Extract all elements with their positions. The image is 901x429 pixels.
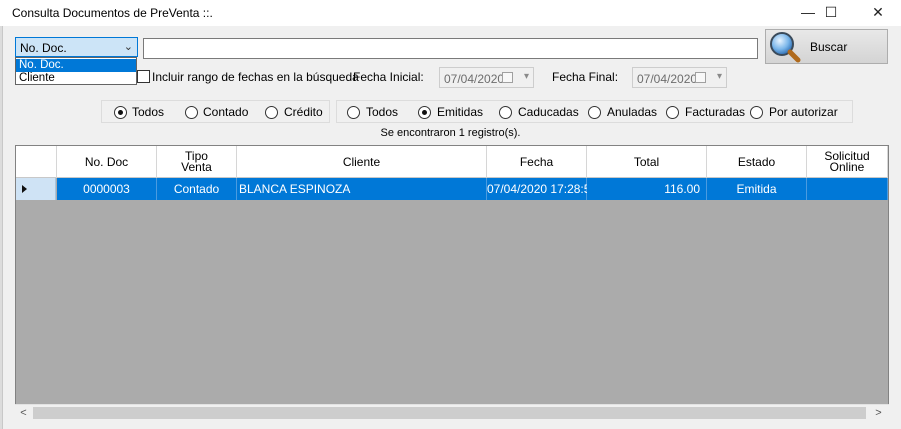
start-date-value: 07/04/2020 (444, 72, 505, 86)
end-date-label: Fecha Final: (552, 70, 619, 84)
cell-estado[interactable]: Emitida (707, 178, 807, 200)
column-header-solicitud-online[interactable]: Solicitud Online (807, 146, 888, 178)
title-bar: Consulta Documentos de PreVenta ::. — ☐ … (0, 0, 901, 26)
chevron-down-icon: ⌄ (123, 41, 133, 53)
chevron-down-icon: ▾ (716, 71, 722, 82)
cell-fecha[interactable]: 07/04/2020 17:28:52 (487, 178, 597, 200)
scroll-right-button[interactable]: > (870, 405, 887, 421)
magnifier-icon (770, 32, 801, 63)
maximize-button[interactable]: ☐ (808, 0, 854, 24)
table-row[interactable]: 0000003 Contado BLANCA ESPINOZA 07/04/20… (16, 178, 888, 200)
radio-status-emitidas-label: Emitidas (437, 105, 484, 119)
radio-sale-todos-label: Todos (132, 105, 165, 119)
window-left-edge (0, 26, 3, 429)
scroll-left-button[interactable]: < (15, 405, 32, 421)
horizontal-scrollbar[interactable]: < > (15, 404, 889, 421)
radio-status-emitidas[interactable] (418, 106, 431, 119)
search-field-select[interactable]: No. Doc. ⌄ (15, 37, 138, 57)
scrollbar-thumb[interactable] (33, 407, 866, 419)
status-filter-group: Todos Emitidas Caducadas Anuladas Factur… (336, 100, 853, 123)
radio-status-anuladas[interactable] (588, 106, 601, 119)
close-icon: ✕ (872, 3, 884, 20)
results-grid[interactable]: No. Doc Tipo Venta Cliente Fecha Total E… (15, 145, 889, 421)
radio-sale-contado[interactable] (185, 106, 198, 119)
radio-sale-credito[interactable] (265, 106, 278, 119)
buscar-button[interactable]: Buscar (765, 29, 888, 64)
radio-sale-credito-label: Crédito (284, 105, 323, 119)
cell-total[interactable]: 116.00 (587, 178, 707, 200)
close-button[interactable]: ✕ (855, 0, 901, 24)
radio-status-por-autorizar[interactable] (750, 106, 763, 119)
include-date-range-label: Incluir rango de fechas en la búsqueda (152, 70, 359, 84)
search-field-dropdown: No. Doc. Cliente (15, 57, 137, 85)
row-indicator-icon (22, 185, 27, 193)
end-date-value: 07/04/2020 (637, 72, 698, 86)
sale-type-filter-group: Todos Contado Crédito (101, 100, 330, 123)
end-date-picker[interactable]: 07/04/2020 ▾ (632, 67, 727, 88)
window-title: Consulta Documentos de PreVenta ::. (12, 6, 213, 20)
start-date-label: Fecha Inicial: (353, 70, 424, 84)
row-header-selected[interactable] (16, 178, 56, 200)
radio-status-facturadas-label: Facturadas (685, 105, 746, 119)
buscar-label: Buscar (810, 40, 848, 54)
maximize-icon: ☐ (824, 3, 838, 20)
cell-solicitud-online[interactable] (807, 178, 888, 200)
radio-status-todos-label: Todos (366, 105, 399, 119)
column-header-tipo-venta[interactable]: Tipo Venta (157, 146, 237, 178)
radio-sale-contado-label: Contado (203, 105, 249, 119)
radio-status-caducadas[interactable] (499, 106, 512, 119)
radio-status-por-autorizar-label: Por autorizar (769, 105, 838, 119)
calendar-icon (695, 72, 706, 83)
dropdown-option-cliente[interactable]: Cliente (16, 72, 136, 85)
results-count-text: Se encontraron 1 registro(s). (380, 127, 521, 139)
cell-cliente[interactable]: BLANCA ESPINOZA (237, 178, 487, 200)
include-date-range-checkbox[interactable] (137, 70, 150, 83)
radio-status-caducadas-label: Caducadas (518, 105, 579, 119)
grid-header-row: No. Doc Tipo Venta Cliente Fecha Total E… (16, 146, 888, 178)
column-header-total[interactable]: Total (587, 146, 707, 178)
chevron-down-icon: ▾ (523, 71, 529, 82)
column-header-estado[interactable]: Estado (707, 146, 807, 178)
column-header-cliente[interactable]: Cliente (237, 146, 487, 178)
radio-status-facturadas[interactable] (666, 106, 679, 119)
calendar-icon (502, 72, 513, 83)
search-field-value: No. Doc. (20, 41, 67, 55)
chevron-right-icon: > (875, 407, 882, 419)
start-date-picker[interactable]: 07/04/2020 ▾ (439, 67, 534, 88)
radio-status-anuladas-label: Anuladas (607, 105, 658, 119)
cell-no-doc[interactable]: 0000003 (57, 178, 157, 200)
radio-status-todos[interactable] (347, 106, 360, 119)
radio-sale-todos[interactable] (114, 106, 127, 119)
chevron-left-icon: < (20, 407, 27, 419)
search-input[interactable] (143, 38, 758, 59)
cell-tipo-venta[interactable]: Contado (157, 178, 237, 200)
dropdown-option-no-doc[interactable]: No. Doc. (16, 59, 136, 72)
column-header-no-doc[interactable]: No. Doc (57, 146, 157, 178)
grid-corner-cell (16, 146, 57, 178)
column-header-fecha[interactable]: Fecha (487, 146, 587, 178)
